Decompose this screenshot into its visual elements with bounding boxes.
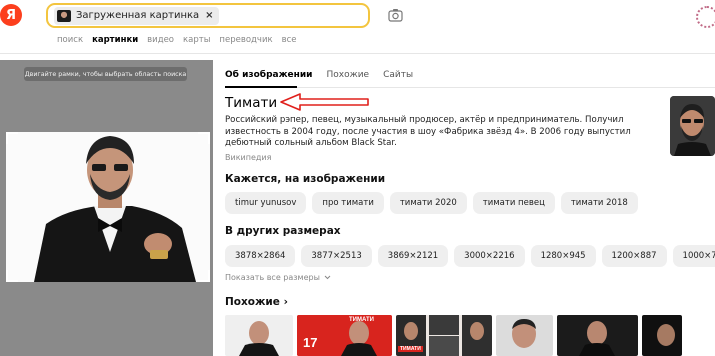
active-tab-underline: [225, 86, 297, 88]
size-option-pill[interactable]: 3878×2864: [225, 245, 296, 267]
similar-thumb-collage[interactable]: ТИМАТИ: [396, 315, 492, 356]
poster-logo: ТИМАТИ: [398, 346, 423, 352]
crop-handle-bottom-left[interactable]: [6, 270, 18, 282]
crop-hint: Двигайте рамки, чтобы выбрать область по…: [24, 67, 187, 81]
seems-tags: timur yunusov про тимати тимати 2020 тимати…: [225, 192, 638, 214]
chevron-right-icon: ›: [283, 296, 288, 308]
result-tabs-divider: [225, 87, 715, 88]
size-option-pill[interactable]: 1000×739: [672, 245, 715, 267]
poster-number: 17: [303, 335, 318, 350]
seems-tag-pill[interactable]: про тимати: [312, 192, 384, 214]
nav-tab-5[interactable]: все: [282, 35, 297, 45]
uploaded-image-chip-label: Загруженная картинка: [76, 10, 200, 21]
similar-thumb[interactable]: [496, 315, 553, 356]
uploaded-photo[interactable]: [6, 132, 210, 282]
entity-thumbnail[interactable]: [670, 96, 715, 156]
similar-heading[interactable]: Похожие ›: [225, 296, 288, 308]
entity-source[interactable]: Википедия: [225, 153, 271, 162]
nav-tab-1[interactable]: картинки: [92, 35, 138, 45]
uploaded-image-chip[interactable]: Загруженная картинка ×: [54, 6, 219, 25]
close-icon[interactable]: ×: [205, 10, 213, 21]
crop-handle-bottom-right[interactable]: [198, 270, 210, 282]
yandex-logo[interactable]: Я: [0, 4, 22, 26]
result-tabs: Об изображении Похожие Сайты: [225, 70, 413, 80]
header-divider: [0, 53, 715, 54]
entity-title[interactable]: Тимати: [225, 95, 277, 111]
size-option-pill[interactable]: 1200×887: [601, 245, 667, 267]
sizes-heading: В других размерах: [225, 225, 341, 237]
poster-title: ТИМАТИ: [349, 317, 374, 323]
size-option-pill[interactable]: 3877×2513: [301, 245, 372, 267]
similar-thumbnails: 17 ТИМАТИ ТИМАТИ: [225, 315, 682, 356]
seems-heading: Кажется, на изображении: [225, 173, 386, 185]
nav-tab-4[interactable]: переводчик: [219, 35, 272, 45]
similar-thumb[interactable]: [557, 315, 638, 356]
similar-thumb-poster[interactable]: 17 ТИМАТИ: [297, 315, 392, 356]
annotation-arrow: [280, 93, 369, 111]
entity-description: Российский рэпер, певец, музыкальный про…: [225, 115, 631, 148]
seems-tag-pill[interactable]: timur yunusov: [225, 192, 307, 214]
seems-tag-pill[interactable]: тимати 2018: [560, 192, 638, 214]
similar-thumb[interactable]: [225, 315, 293, 356]
seems-tag-pill[interactable]: тимати певец: [472, 192, 555, 214]
result-tab-0[interactable]: Об изображении: [225, 70, 312, 80]
similar-thumb[interactable]: [642, 315, 682, 356]
size-option-pill[interactable]: 3000×2216: [454, 245, 525, 267]
service-tabs: поиск картинки видео карты переводчик все: [57, 35, 297, 45]
crop-handle-top-right[interactable]: [198, 132, 210, 144]
search-bar[interactable]: Загруженная картинка ×: [46, 3, 370, 28]
nav-tab-0[interactable]: поиск: [57, 35, 83, 45]
seems-tag-pill[interactable]: тимати 2020: [389, 192, 467, 214]
crop-handle-top-left[interactable]: [6, 132, 18, 144]
show-all-sizes-label: Показать все размеры: [225, 273, 320, 282]
user-avatar-icon[interactable]: [696, 6, 715, 28]
show-all-sizes-link[interactable]: Показать все размеры: [225, 273, 331, 282]
result-tab-1[interactable]: Похожие: [326, 70, 369, 80]
camera-lens-icon[interactable]: [388, 8, 403, 22]
uploaded-image-thumbnail: [57, 9, 71, 22]
size-option-pill[interactable]: 1280×945: [530, 245, 596, 267]
sizes-list: 3878×2864 3877×2513 3869×2121 3000×2216 1280…: [225, 245, 715, 267]
nav-tab-3[interactable]: карты: [183, 35, 210, 45]
person-photo: [6, 132, 210, 282]
nav-tab-2[interactable]: видео: [147, 35, 174, 45]
chevron-down-icon: [325, 275, 331, 280]
result-tab-2[interactable]: Сайты: [383, 70, 413, 80]
page-root: Я Загруженная картинка × поиск картинки ви…: [0, 0, 715, 356]
size-option-pill[interactable]: 3869×2121: [377, 245, 449, 267]
similar-heading-label: Похожие: [225, 296, 280, 308]
